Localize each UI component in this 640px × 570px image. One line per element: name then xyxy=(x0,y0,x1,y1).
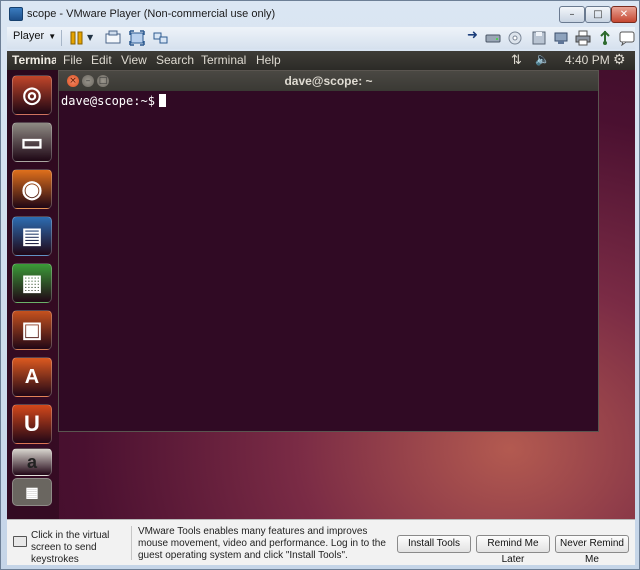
vmware-app-icon xyxy=(9,7,23,21)
unity-mode-icon[interactable] xyxy=(153,30,169,46)
terminal-title-bar[interactable]: × – □ dave@scope: ~ xyxy=(59,71,598,91)
fullscreen-icon[interactable] xyxy=(129,30,145,46)
hard-disk-icon[interactable] xyxy=(485,30,501,46)
workspace-switcher-icon: ▦ xyxy=(25,483,39,500)
maximize-button[interactable]: □ xyxy=(585,6,611,23)
volume-indicator-icon[interactable]: 🔈 xyxy=(535,52,550,66)
menu-edit[interactable]: Edit xyxy=(91,53,112,67)
cd-drive-icon[interactable] xyxy=(507,30,523,46)
title-bar[interactable]: scope - VMware Player (Non-commercial us… xyxy=(1,1,639,27)
menu-help[interactable]: Help xyxy=(256,53,281,67)
virtual-screen[interactable]: Terminal File Edit View Search Terminal … xyxy=(7,51,635,519)
menu-search[interactable]: Search xyxy=(156,53,194,67)
text-cursor xyxy=(159,94,166,107)
menu-terminal[interactable]: Terminal xyxy=(201,53,246,67)
session-gear-icon[interactable]: ⚙ xyxy=(613,51,626,68)
minimize-button[interactable]: – xyxy=(559,6,585,23)
message-log-icon[interactable] xyxy=(619,30,635,47)
install-tools-button[interactable]: Install Tools xyxy=(397,535,471,553)
firefox-icon: ◉ xyxy=(21,175,43,203)
launcher-ubuntu-one[interactable]: U xyxy=(12,404,52,444)
terminal-title: dave@scope: ~ xyxy=(284,74,373,88)
ubuntu-one-icon: U xyxy=(24,411,40,436)
active-app-name: Terminal xyxy=(12,53,56,67)
player-menu-label: Player xyxy=(13,30,45,42)
calc-spreadsheet-icon: ▦ xyxy=(21,270,43,295)
network-indicator-icon[interactable]: ⇅ xyxy=(511,52,522,68)
keystroke-hint: Click in the virtual screen to send keys… xyxy=(31,530,110,565)
impress-presentation-icon: ▣ xyxy=(21,317,43,342)
terminal-output[interactable]: dave@scope:~$ xyxy=(59,91,598,431)
pause-icon[interactable] xyxy=(69,30,85,46)
toolbar-divider xyxy=(61,30,62,46)
launcher-files[interactable]: ▭ xyxy=(12,122,52,162)
remind-later-button[interactable]: Remind Me Later xyxy=(476,535,550,565)
arrow-right-icon[interactable]: ➜ xyxy=(467,28,483,44)
software-center-bag-icon: A xyxy=(24,365,40,388)
writer-document-icon: ▤ xyxy=(21,223,43,248)
close-button[interactable]: ✕ xyxy=(611,6,637,23)
chevron-down-icon[interactable]: ▼ xyxy=(87,33,103,49)
launcher-amazon[interactable]: a xyxy=(12,448,52,476)
window-title: scope - VMware Player (Non-commercial us… xyxy=(27,8,276,20)
vmware-toolbar: Player ▼ ▼ ➜ xyxy=(7,27,635,49)
printer-icon[interactable] xyxy=(575,30,591,46)
keyboard-hint-icon xyxy=(13,536,27,547)
launcher-impress[interactable]: ▣ xyxy=(12,310,52,350)
never-remind-button[interactable]: Never Remind Me xyxy=(555,535,629,565)
launcher-software-center[interactable]: A xyxy=(12,357,52,397)
ubuntu-logo-icon: ◎ xyxy=(22,82,42,107)
menu-file[interactable]: File xyxy=(63,53,82,67)
launcher-writer[interactable]: ▤ xyxy=(12,216,52,256)
usb-device-icon[interactable] xyxy=(597,30,613,46)
amazon-icon: a xyxy=(26,451,37,472)
chevron-down-icon: ▼ xyxy=(48,32,57,41)
floppy-icon[interactable] xyxy=(531,30,547,46)
menu-view[interactable]: View xyxy=(121,53,147,67)
terminal-window[interactable]: × – □ dave@scope: ~ dave@scope:~$ xyxy=(58,70,599,432)
clock[interactable]: 4:40 PM xyxy=(565,53,610,67)
ubuntu-top-panel: Terminal File Edit View Search Terminal … xyxy=(7,51,635,70)
launcher-firefox[interactable]: ◉ xyxy=(12,169,52,209)
files-cabinet-icon: ▭ xyxy=(20,128,44,156)
launcher-dash-home[interactable]: ◎ xyxy=(12,75,52,115)
notification-divider xyxy=(131,526,132,560)
unity-launcher: ◎ ▭ ◉ ▤ ▦ ▣ A U a ▦ xyxy=(7,70,59,519)
vmware-tools-notification: Click in the virtual screen to send keys… xyxy=(7,519,635,565)
launcher-workspaces[interactable]: ▦ xyxy=(12,478,52,506)
player-menu-button[interactable]: Player ▼ xyxy=(13,30,56,42)
network-adapter-icon[interactable] xyxy=(553,30,569,46)
tools-message: VMware Tools enables many features and i… xyxy=(138,526,386,561)
vmware-window: scope - VMware Player (Non-commercial us… xyxy=(0,0,640,570)
launcher-calc[interactable]: ▦ xyxy=(12,263,52,303)
send-ctrl-alt-del-icon[interactable] xyxy=(105,30,121,46)
shell-prompt: dave@scope:~$ xyxy=(61,94,155,108)
